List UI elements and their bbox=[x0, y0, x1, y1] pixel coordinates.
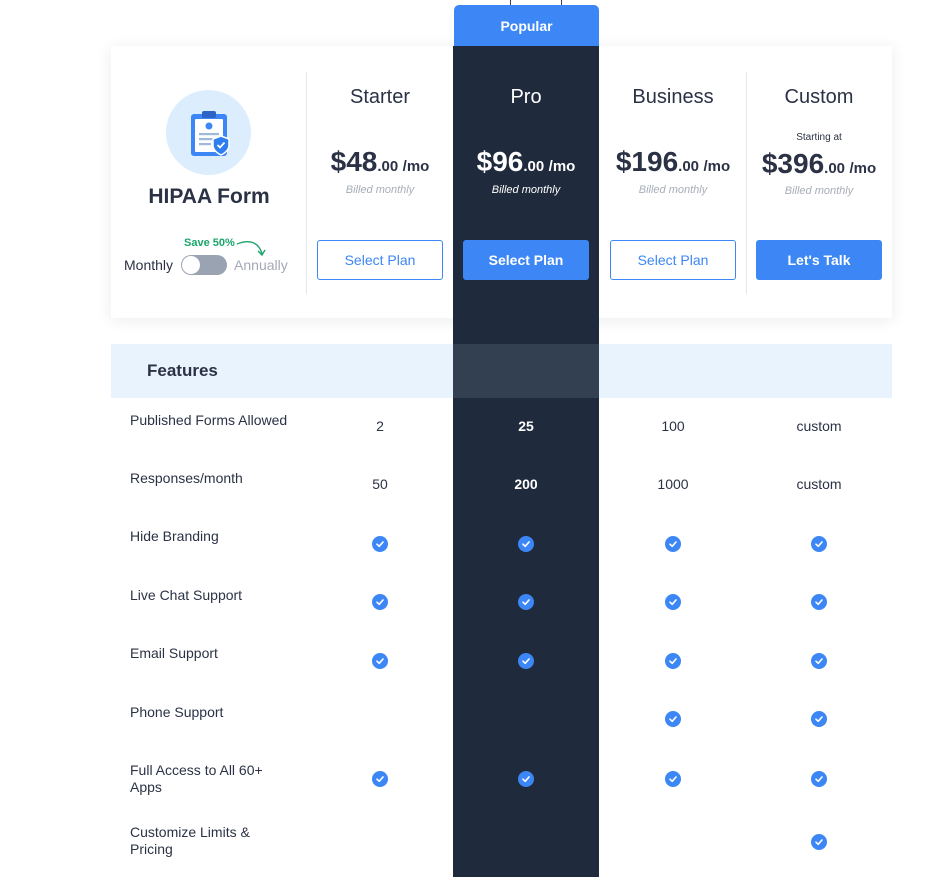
feature-value: custom bbox=[796, 418, 842, 434]
feature-label: Hide Branding bbox=[130, 528, 219, 544]
billing-toggle-row: Monthly Annually bbox=[124, 255, 288, 275]
toggle-knob bbox=[182, 256, 201, 274]
check-icon bbox=[372, 771, 388, 787]
plan-starter: Starter $48.00 /mo Billed monthly Select… bbox=[307, 46, 453, 318]
feature-label: Customize Limits & Pricing bbox=[130, 824, 250, 857]
save-badge: Save 50% bbox=[184, 237, 235, 249]
feature-value: 2 bbox=[376, 418, 384, 434]
check-icon bbox=[518, 536, 534, 552]
billing-note: Billed monthly bbox=[638, 184, 708, 196]
product-title: HIPAA Form bbox=[148, 185, 270, 208]
features-title: Features bbox=[147, 361, 218, 380]
plan-name: Pro bbox=[510, 86, 542, 108]
plan-name: Custom bbox=[784, 86, 854, 108]
select-plan-button[interactable]: Select Plan bbox=[463, 240, 589, 280]
feature-label: Published Forms Allowed bbox=[130, 412, 288, 428]
pro-column-gap bbox=[453, 318, 599, 344]
check-icon bbox=[665, 653, 681, 669]
check-icon bbox=[665, 711, 681, 727]
check-icon bbox=[811, 834, 827, 850]
annually-label[interactable]: Annually bbox=[234, 257, 288, 273]
feature-label: Email Support bbox=[130, 645, 218, 661]
check-icon bbox=[665, 536, 681, 552]
check-icon bbox=[811, 771, 827, 787]
features-header-pro bbox=[453, 344, 599, 398]
plan-pro: Pro $96.00 /mo Billed monthly Select Pla… bbox=[453, 46, 599, 318]
billing-note: Billed monthly bbox=[784, 185, 854, 197]
plan-price: $96.00 /mo bbox=[476, 146, 576, 177]
check-icon bbox=[372, 653, 388, 669]
select-plan-button[interactable]: Select Plan bbox=[317, 240, 443, 280]
popular-badge: Popular bbox=[454, 5, 599, 46]
billing-note: Billed monthly bbox=[491, 184, 561, 196]
feature-value: 50 bbox=[372, 476, 388, 492]
feature-label: Phone Support bbox=[130, 704, 224, 720]
check-icon bbox=[811, 711, 827, 727]
billing-period-toggle[interactable] bbox=[181, 255, 228, 275]
feature-label: Live Chat Support bbox=[130, 587, 243, 603]
monthly-label[interactable]: Monthly bbox=[124, 257, 173, 273]
feature-label: Responses/month bbox=[130, 470, 243, 486]
feature-value: 100 bbox=[661, 418, 685, 434]
feature-value: 200 bbox=[514, 476, 538, 492]
check-icon bbox=[372, 536, 388, 552]
feature-value: 1000 bbox=[657, 476, 689, 492]
plan-price: $196.00 /mo bbox=[615, 146, 731, 177]
check-icon bbox=[372, 594, 388, 610]
starting-at-label: Starting at bbox=[796, 132, 842, 143]
check-icon bbox=[518, 594, 534, 610]
plan-price: $396.00 /mo bbox=[761, 148, 877, 179]
plan-business: Business $196.00 /mo Billed monthly Sele… bbox=[600, 46, 746, 318]
check-icon bbox=[811, 653, 827, 669]
hipaa-form-icon bbox=[166, 90, 251, 175]
check-icon bbox=[811, 536, 827, 552]
check-icon bbox=[518, 771, 534, 787]
pricing-page: Popular HIPAA Form Save 50% Monthly Annu… bbox=[0, 0, 931, 877]
feature-value: custom bbox=[796, 476, 842, 492]
lets-talk-button[interactable]: Let's Talk bbox=[756, 240, 882, 280]
check-icon bbox=[518, 653, 534, 669]
plan-name: Business bbox=[632, 86, 714, 108]
plan-price: $48.00 /mo bbox=[330, 146, 430, 177]
feature-value: 25 bbox=[518, 418, 534, 434]
check-icon bbox=[665, 771, 681, 787]
plan-name: Starter bbox=[349, 86, 411, 108]
check-icon bbox=[811, 594, 827, 610]
check-icon bbox=[665, 594, 681, 610]
select-plan-button[interactable]: Select Plan bbox=[610, 240, 736, 280]
plan-custom: Custom Starting at $396.00 /mo Billed mo… bbox=[746, 46, 892, 318]
billing-note: Billed monthly bbox=[345, 184, 415, 196]
feature-label: Full Access to All 60+ Apps bbox=[130, 762, 263, 795]
